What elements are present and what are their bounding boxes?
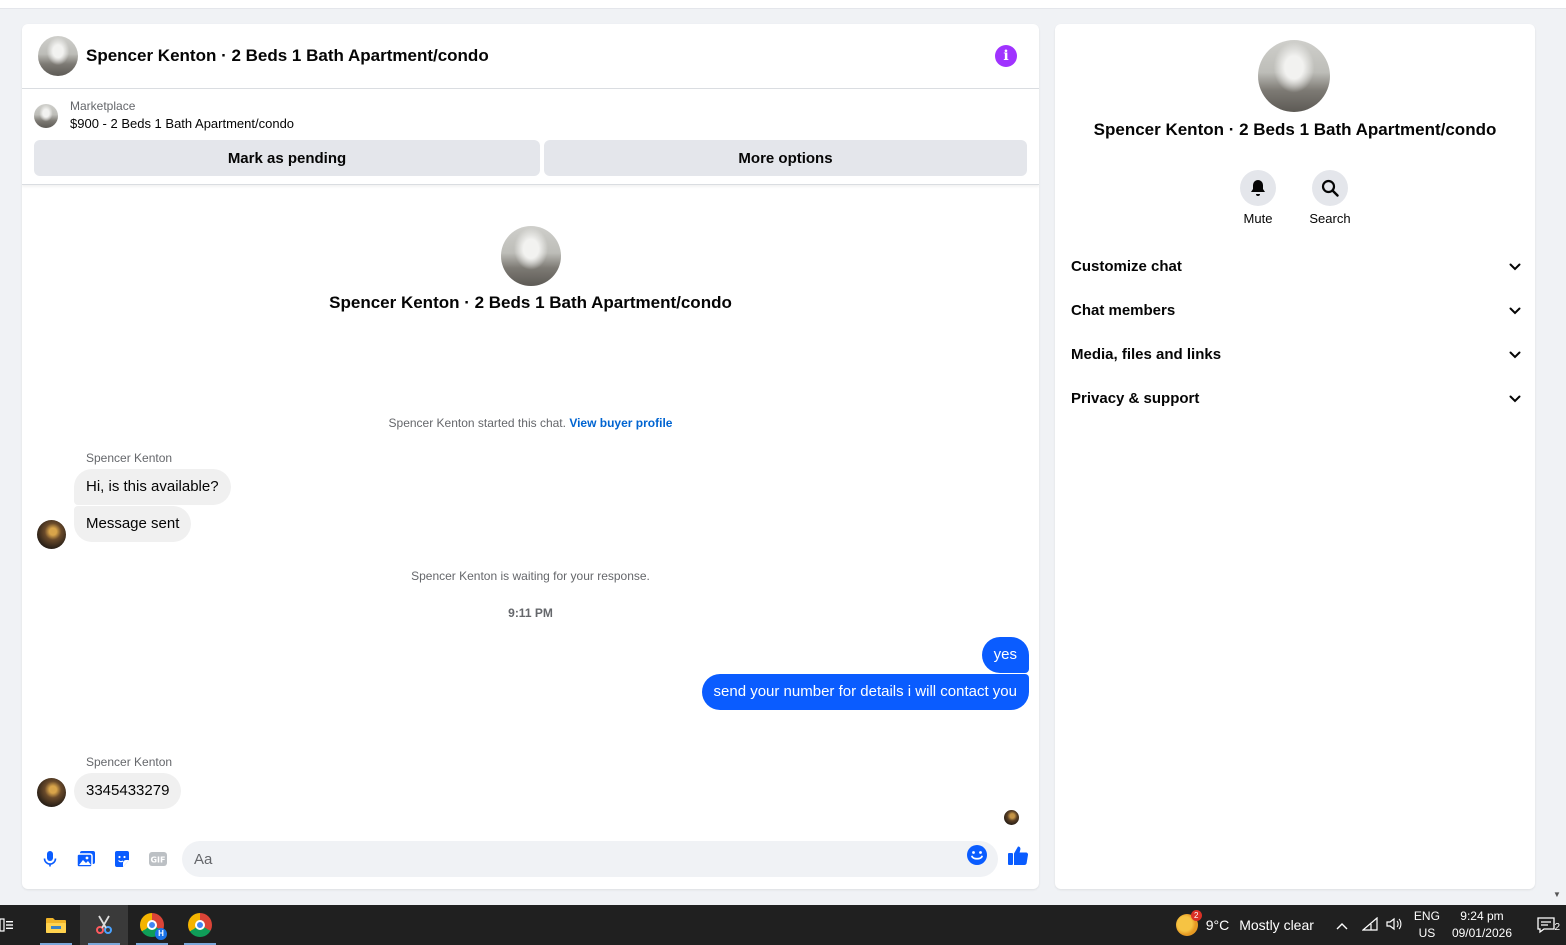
waiting-notice: Spencer Kenton is waiting for your respo… (411, 569, 650, 583)
section-media-files-links[interactable]: Media, files and links (1071, 334, 1521, 374)
scroll-down-arrow-icon[interactable]: ▼ (1553, 890, 1561, 899)
details-title: Spencer Kenton · 2 Beds 1 Bath Apartment… (1093, 120, 1497, 139)
outgoing-message[interactable]: yes (981, 637, 1029, 673)
incoming-message[interactable]: Hi, is this available? (74, 469, 231, 505)
thumbs-up-icon[interactable] (1004, 841, 1032, 869)
chevron-down-icon (1509, 302, 1521, 319)
chat-avatar[interactable] (38, 36, 78, 76)
message-timestamp: 9:11 PM (508, 606, 553, 620)
chat-started-notice: Spencer Kenton started this chat. View b… (22, 416, 1039, 430)
photo-icon[interactable] (68, 841, 104, 877)
section-privacy-support[interactable]: Privacy & support (1071, 378, 1521, 418)
sender-name: Spencer Kenton (86, 451, 173, 465)
intro-avatar (501, 226, 561, 286)
system-tray: 2 9°C Mostly clear ENG US 9:24 pm 09/01/… (1175, 905, 1566, 945)
weather-icon[interactable]: 2 (1175, 910, 1202, 936)
notification-count: 2 (1554, 922, 1560, 933)
weather-description[interactable]: Mostly clear (1239, 917, 1314, 933)
chrome-profile-badge: H (155, 928, 167, 940)
network-icon[interactable] (1361, 916, 1378, 934)
incoming-message[interactable]: 3345433279 (74, 773, 182, 809)
chat-started-text: Spencer Kenton started this chat. (388, 416, 566, 430)
section-label: Media, files and links (1071, 345, 1222, 363)
details-avatar[interactable] (1258, 40, 1330, 112)
more-options-button[interactable]: More options (544, 140, 1027, 176)
mark-as-pending-button[interactable]: Mark as pending (34, 140, 540, 176)
bell-icon[interactable] (1240, 170, 1276, 206)
chat-header: Spencer Kenton · 2 Beds 1 Bath Apartment… (22, 24, 1039, 89)
details-panel: Spencer Kenton · 2 Beds 1 Bath Apartment… (1055, 24, 1535, 889)
chat-title[interactable]: Spencer Kenton · 2 Beds 1 Bath Apartment… (86, 46, 995, 66)
weather-temp[interactable]: 9°C (1206, 917, 1230, 933)
clock-time: 9:24 pm (1460, 909, 1504, 923)
section-label: Customize chat (1071, 257, 1182, 275)
listing-thumbnail[interactable] (34, 104, 58, 128)
language-indicator[interactable]: ENG US (1414, 908, 1440, 942)
gif-icon[interactable]: GIF (140, 841, 176, 877)
chevron-down-icon (1509, 390, 1521, 407)
browser-top-edge (0, 0, 1566, 9)
chat-panel: Spencer Kenton · 2 Beds 1 Bath Apartment… (22, 24, 1039, 889)
clock[interactable]: 9:24 pm 09/01/2026 (1452, 908, 1512, 942)
snipping-tool-icon[interactable] (80, 905, 128, 945)
volume-icon[interactable] (1386, 917, 1402, 934)
chevron-down-icon (1509, 346, 1521, 363)
chrome-icon[interactable] (176, 905, 224, 945)
search-label: Search (1309, 211, 1351, 226)
outgoing-message[interactable]: send your number for details i will cont… (701, 674, 1029, 710)
listing-price-title[interactable]: $900 - 2 Beds 1 Bath Apartment/condo (70, 114, 294, 134)
region-code: US (1418, 926, 1436, 940)
search-icon[interactable] (1312, 170, 1348, 206)
section-chat-members[interactable]: Chat members (1071, 290, 1521, 330)
mute-button[interactable]: Mute (1228, 170, 1288, 226)
svg-text:GIF: GIF (150, 856, 165, 865)
search-button[interactable]: Search (1300, 170, 1360, 226)
chevron-up-icon[interactable] (1336, 917, 1348, 933)
sender-avatar[interactable] (37, 778, 66, 807)
task-view-icon[interactable] (0, 905, 22, 945)
incoming-message[interactable]: Message sent (74, 506, 192, 542)
taskbar: H 2 9°C Mostly clear ENG US 9:24 pm 09/0… (0, 905, 1566, 945)
section-label: Privacy & support (1071, 389, 1200, 407)
view-buyer-profile-link[interactable]: View buyer profile (569, 416, 672, 430)
microphone-icon[interactable] (32, 841, 68, 877)
clock-date: 09/01/2026 (1451, 926, 1512, 940)
file-explorer-icon[interactable] (32, 905, 80, 945)
sender-avatar[interactable] (37, 520, 66, 549)
marketplace-listing-bar: Marketplace $900 - 2 Beds 1 Bath Apartme… (22, 89, 1039, 185)
seen-indicator-avatar (1004, 810, 1019, 825)
sender-name: Spencer Kenton (86, 755, 173, 769)
weather-badge: 2 (1190, 910, 1202, 921)
message-input[interactable] (182, 841, 998, 877)
mute-label: Mute (1243, 211, 1273, 226)
language-code: ENG (1413, 909, 1440, 923)
emoji-icon[interactable] (965, 843, 989, 867)
info-icon[interactable]: i (995, 45, 1017, 67)
intro-title: Spencer Kenton · 2 Beds 1 Bath Apartment… (329, 293, 732, 312)
section-customize-chat[interactable]: Customize chat (1071, 246, 1521, 286)
notification-center-icon[interactable]: 2 (1526, 916, 1566, 934)
chrome-profile-h-icon[interactable]: H (128, 905, 176, 945)
listing-label: Marketplace (70, 99, 136, 113)
sticker-icon[interactable] (104, 841, 140, 877)
message-composer: GIF (22, 829, 1039, 889)
message-thread[interactable]: Spencer Kenton · 2 Beds 1 Bath Apartment… (22, 185, 1039, 835)
chevron-down-icon (1509, 258, 1521, 275)
section-label: Chat members (1071, 301, 1176, 319)
